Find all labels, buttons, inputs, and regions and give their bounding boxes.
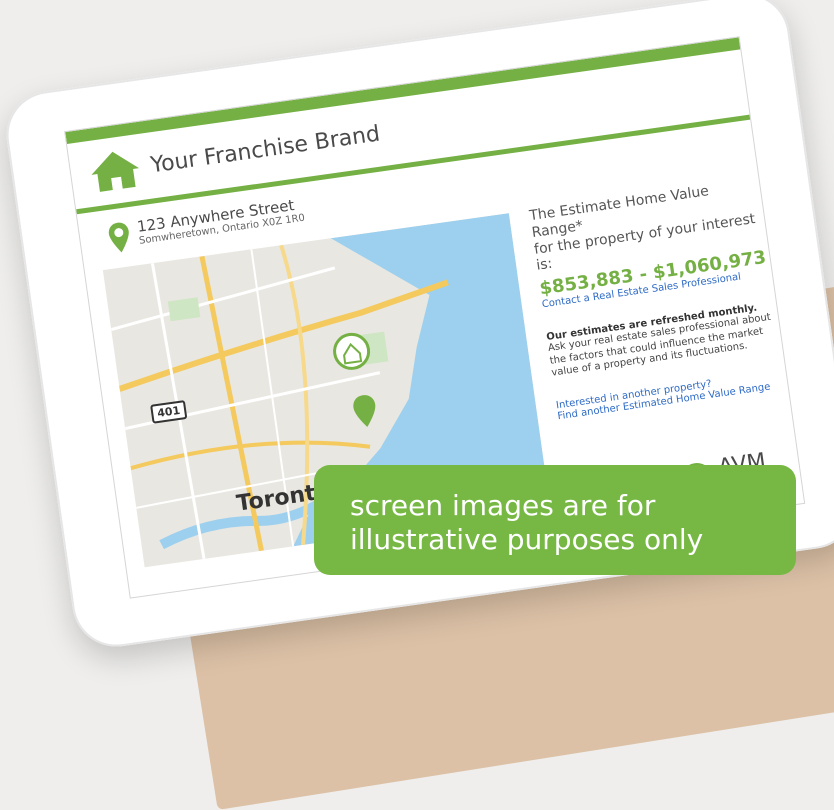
house-icon: [91, 151, 140, 192]
disclaimer-banner: screen images are for illustrative purpo…: [314, 465, 796, 575]
brand-name: Your Franchise Brand: [149, 120, 382, 178]
disclaimer-line-1: screen images are for: [350, 489, 656, 522]
estimate-panel: The Estimate Home Value Range* for the p…: [528, 176, 786, 422]
location-pin-icon: [108, 222, 129, 253]
disclaimer-line-2: illustrative purposes only: [350, 522, 704, 556]
top-accent-bar: [65, 37, 741, 144]
